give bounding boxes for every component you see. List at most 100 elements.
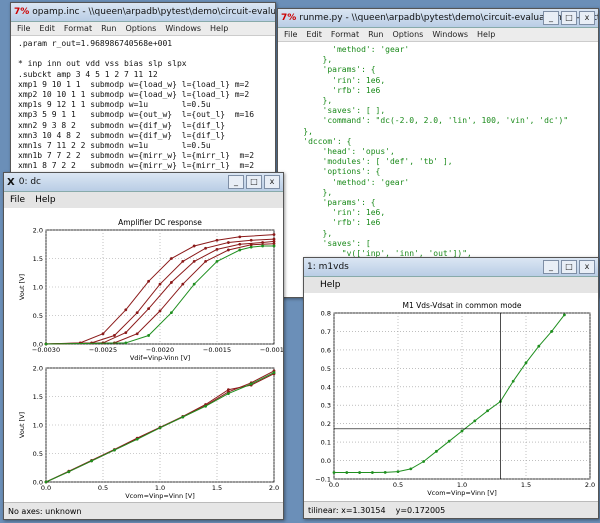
data-point: [524, 361, 528, 365]
dc-status-text: No axes: unknown: [8, 506, 82, 516]
code-line: xmp2 10 10 1 1 submodp w={load_w} l={loa…: [18, 90, 250, 100]
code-line: xmp1 9 10 1 1 submodp w={load_w} l={load…: [18, 79, 250, 89]
data-point: [332, 471, 336, 474]
menu-windows[interactable]: Windows: [165, 24, 201, 33]
data-point: [181, 282, 185, 286]
menu-edit[interactable]: Edit: [306, 30, 322, 39]
dc-window-controls: _ □ x: [228, 175, 280, 189]
maximize-icon[interactable]: □: [561, 11, 577, 25]
data-point: [204, 259, 208, 263]
y-tick-label: 0.6: [321, 346, 331, 354]
menu-help[interactable]: Help: [320, 280, 341, 290]
maximize-icon[interactable]: □: [246, 175, 262, 189]
minimize-icon[interactable]: _: [228, 175, 244, 189]
y-tick-label: 0.1: [321, 439, 331, 447]
data-point: [473, 419, 477, 423]
code-line: 'command': "dc(-2.0, 2.0, 'lin', 100, 'v…: [284, 116, 569, 126]
menu-edit[interactable]: Edit: [39, 24, 55, 33]
idle-app-icon: 7%: [281, 13, 297, 23]
close-icon[interactable]: x: [579, 260, 595, 274]
x-tick-label: −0.0025: [89, 346, 117, 354]
x-axis-label: Vcom=Vinp=Vinn [V]: [125, 492, 195, 500]
y-tick-label: 0.5: [33, 312, 43, 320]
code-line: 'rfb': 1e6: [284, 85, 381, 95]
code-line: },: [284, 187, 333, 197]
m1vds-title: 1: m1vds: [307, 262, 349, 272]
code-line: xmn1 8 7 2 2 submodn w={mirr_w} l={mirr_…: [18, 161, 255, 171]
x-tick-label: −0.0010: [260, 346, 283, 354]
data-point: [124, 341, 128, 345]
x-axis-label: Vcom=Vinp=Vinn [V]: [427, 489, 497, 497]
menu-run[interactable]: Run: [368, 30, 383, 39]
menu-help[interactable]: Help: [477, 30, 495, 39]
m1vds-figure-canvas[interactable]: 0.0 0.5 1.0 1.5 2.0−0.10.00.10.20.30.40.50.6…: [304, 293, 598, 501]
dc-figure-canvas[interactable]: −0.0030−0.0025−0.0020−0.0015−0.00100.00.…: [4, 208, 283, 503]
minimize-icon[interactable]: _: [543, 260, 559, 274]
opamp-titlebar[interactable]: 7% opamp.inc - \\queen\arpadb\pytest\dem…: [11, 3, 275, 22]
m1vds-figure[interactable]: 0.0 0.5 1.0 1.5 2.0 −0.1 0.0 0.1 0.2 0.3 0.4 0.5 0.6…: [304, 293, 598, 501]
maximize-icon[interactable]: □: [561, 260, 577, 274]
code-line: 'modules': [ 'def', 'tb' ],: [284, 157, 453, 167]
data-point: [261, 241, 264, 244]
menu-format[interactable]: Format: [64, 24, 92, 33]
code-line: 'saves': [: [284, 238, 371, 248]
close-icon[interactable]: x: [264, 175, 280, 189]
y-tick-label: 0.3: [321, 402, 331, 410]
runme-window: 7% runme.py - \\queen\arpadb\pytest\demo…: [277, 8, 599, 298]
data-point: [563, 313, 566, 317]
data-point: [358, 471, 361, 474]
menu-help[interactable]: Help: [210, 24, 228, 33]
dc-figure[interactable]: −0.0030−0.0025−0.0020−0.0015−0.00100.00.…: [4, 208, 283, 503]
code-line: },: [284, 126, 313, 136]
data-point: [537, 344, 541, 348]
menu-help[interactable]: Help: [35, 195, 56, 205]
data-point: [124, 308, 128, 312]
m1vds-statusbar: tilinear: x=1.30154 y=0.172005: [304, 501, 598, 518]
y-tick-label: 0.4: [321, 383, 331, 391]
y-tick-label: 1.5: [33, 255, 43, 263]
data-point: [238, 242, 242, 246]
data-point: [227, 241, 230, 244]
code-line: .subckt amp 3 4 5 1 2 7 11 12: [18, 69, 158, 79]
data-point: [215, 259, 219, 263]
menu-file[interactable]: File: [10, 195, 25, 205]
data-point: [158, 426, 162, 430]
runme-titlebar[interactable]: 7% runme.py - \\queen\arpadb\pytest\demo…: [278, 9, 598, 28]
y-tick-label: 0.0: [33, 341, 43, 349]
data-point: [486, 409, 489, 413]
code-line: 'head': 'opus',: [284, 147, 395, 157]
cursor-y-readout: y=0.172005: [395, 505, 446, 515]
data-point: [147, 279, 151, 283]
data-point: [422, 460, 425, 463]
code-line: 'options': {: [284, 167, 381, 177]
data-point: [396, 470, 400, 474]
y-tick-label: 0.0: [33, 479, 43, 487]
y-tick-label: 1.5: [33, 393, 43, 401]
menu-file[interactable]: File: [17, 24, 30, 33]
code-line: 'rfb': 1e6: [284, 218, 381, 228]
m1vds-titlebar[interactable]: 1: m1vds _ □ x: [304, 258, 598, 277]
data-point: [44, 480, 48, 484]
menu-run[interactable]: Run: [101, 24, 116, 33]
menu-options[interactable]: Options: [392, 30, 423, 39]
menu-format[interactable]: Format: [331, 30, 359, 39]
minimize-icon[interactable]: _: [543, 11, 559, 25]
menu-windows[interactable]: Windows: [432, 30, 468, 39]
data-point: [113, 334, 116, 337]
dc-menubar: File Help: [4, 192, 283, 209]
runme-window-controls: _ □ x: [543, 11, 595, 25]
data-point: [192, 244, 196, 248]
data-point: [147, 334, 151, 337]
data-point: [215, 238, 219, 242]
dc-statusbar: No axes: unknown: [4, 502, 283, 519]
x-tick-label: 1.5: [521, 481, 531, 489]
dc-titlebar[interactable]: X 0: dc _ □ x: [4, 173, 283, 192]
x-tick-label: 2.0: [585, 481, 595, 489]
code-line: * inp inn out vdd vss bias slp slpx: [18, 59, 187, 69]
menu-file[interactable]: File: [284, 30, 297, 39]
chart-title: M1 Vds-Vdsat in common mode: [403, 301, 522, 310]
x-tick-label: 0.5: [393, 481, 403, 489]
menu-options[interactable]: Options: [125, 24, 156, 33]
y-tick-label: 0.0: [321, 457, 331, 465]
close-icon[interactable]: x: [579, 11, 595, 25]
